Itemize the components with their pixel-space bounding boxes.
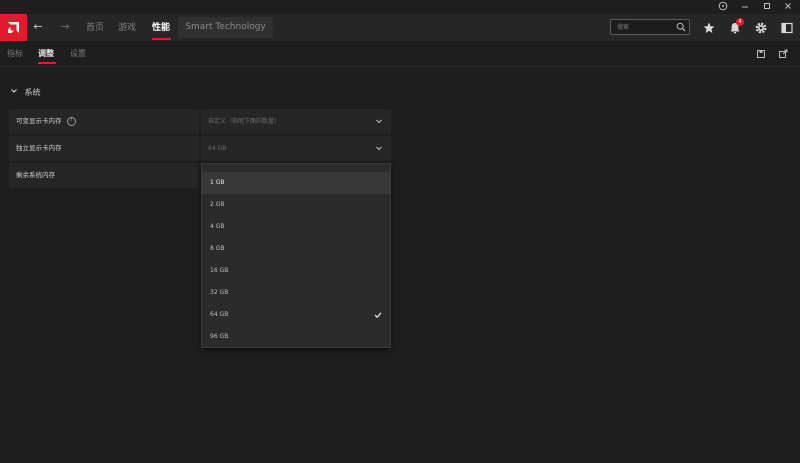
dropdown-option-96gb[interactable]: 96 GB	[202, 326, 390, 348]
tab-metrics[interactable]: 指标	[7, 48, 23, 60]
memory-size-dropdown-menu: 1 GB 2 GB 4 GB 8 GB 16 GB 32 GB 64 GB 96…	[201, 163, 391, 348]
gear-icon[interactable]	[754, 21, 768, 35]
dropdown-dedicated-graphics-memory[interactable]: 64 GB	[201, 136, 391, 161]
maximize-icon[interactable]	[760, 1, 774, 13]
active-subtab-indicator	[38, 62, 56, 64]
sub-navigation: 指标 调整 设置	[0, 41, 800, 67]
notification-badge: 4	[736, 18, 744, 26]
dropdown-option-32gb[interactable]: 32 GB	[202, 282, 390, 304]
star-icon[interactable]	[702, 21, 716, 35]
tab-tuning[interactable]: 调整	[38, 48, 54, 60]
amd-logo-icon	[8, 22, 19, 33]
tab-games[interactable]: 游戏	[118, 21, 136, 35]
dropdown-option-8gb[interactable]: 8 GB	[202, 238, 390, 260]
search-input[interactable]	[611, 20, 673, 34]
help-icon[interactable]	[716, 1, 730, 13]
row-label-remaining-system-memory: 剩余系统内存	[9, 163, 199, 188]
active-tab-indicator	[152, 38, 171, 40]
section-header-system[interactable]: 系统	[10, 87, 41, 99]
row-label-dedicated-graphics-memory: 独立显示卡内存	[9, 136, 199, 161]
minimize-icon[interactable]	[738, 1, 752, 13]
amd-logo[interactable]	[0, 14, 27, 41]
search-icon[interactable]	[676, 22, 686, 32]
dropdown-option-4gb[interactable]: 4 GB	[202, 216, 390, 238]
dropdown-option-2gb[interactable]: 2 GB	[202, 194, 390, 216]
close-icon[interactable]	[781, 1, 795, 13]
export-icon[interactable]	[778, 49, 788, 59]
dropdown-option-1gb[interactable]: 1 GB	[202, 172, 390, 194]
help-circle-icon[interactable]: ?	[66, 116, 76, 126]
tab-smart-technology[interactable]: Smart Technology	[178, 17, 273, 38]
section-title: 系统	[24, 88, 41, 97]
chevron-down-icon	[10, 87, 22, 99]
app-header: ← → 首页 游戏 性能 Smart Technology 4	[0, 14, 800, 41]
sidebar-toggle-icon[interactable]	[780, 21, 794, 35]
tab-settings[interactable]: 设置	[70, 48, 86, 60]
title-bar	[0, 0, 800, 14]
dropdown-option-16gb[interactable]: 16 GB	[202, 260, 390, 282]
row-label-variable-graphics-memory: 可变显示卡内存?	[9, 109, 199, 134]
tab-home[interactable]: 首页	[86, 21, 104, 35]
dropdown-option-64gb[interactable]: 64 GB	[202, 304, 390, 326]
tab-performance[interactable]: 性能	[152, 21, 170, 35]
back-arrow-icon[interactable]: ←	[31, 20, 45, 34]
save-profile-icon[interactable]	[756, 49, 766, 59]
search-box[interactable]	[610, 19, 690, 35]
forward-arrow-icon[interactable]: →	[58, 20, 72, 34]
dropdown-variable-graphics-memory[interactable]: 自定义（指明下面的数量）	[201, 109, 391, 134]
